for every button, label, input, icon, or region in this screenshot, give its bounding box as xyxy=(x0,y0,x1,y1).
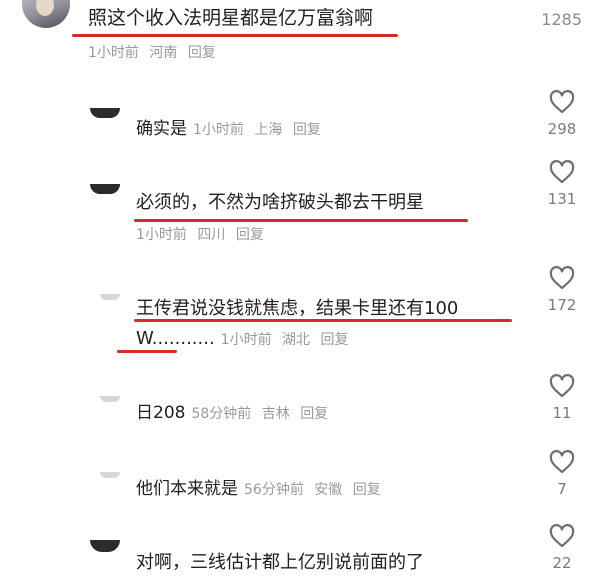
reply-location: 安徽 xyxy=(314,482,343,498)
red-underline-annotation xyxy=(72,34,398,37)
red-underline-annotation xyxy=(134,319,512,322)
like-button[interactable]: 131 xyxy=(540,160,584,208)
comment-meta: 1小时前 河南 回复 xyxy=(88,42,216,62)
heart-outline-icon xyxy=(549,374,575,398)
reply-location: 四川 xyxy=(197,227,226,243)
reply-text: 日208 xyxy=(136,403,186,423)
like-count: 1285 xyxy=(541,10,582,29)
comment-time: 1小时前 xyxy=(88,45,139,61)
reply-location: 上海 xyxy=(254,122,283,138)
reply-text: 对啊，三线估计都上亿别说前面的了 xyxy=(136,552,424,573)
red-underline-annotation xyxy=(117,350,177,353)
avatar[interactable] xyxy=(90,540,120,552)
reply-time: 1小时前 xyxy=(220,332,272,348)
reply-text: 他们本来就是 xyxy=(136,479,238,499)
like-button[interactable]: 7 xyxy=(540,450,584,498)
avatar[interactable] xyxy=(100,294,120,300)
reply-time: 1小时前 xyxy=(136,227,187,243)
like-count: 11 xyxy=(552,404,572,422)
heart-outline-icon xyxy=(549,450,575,474)
like-count: 298 xyxy=(547,120,577,138)
reply-button[interactable]: 回复 xyxy=(353,482,381,498)
reply-location: 吉林 xyxy=(261,406,290,422)
reply-button[interactable]: 回复 xyxy=(236,227,264,243)
reply-button[interactable]: 回复 xyxy=(293,122,321,138)
red-underline-annotation xyxy=(134,219,468,222)
reply-button[interactable]: 回复 xyxy=(321,332,349,348)
like-button[interactable]: 298 xyxy=(540,90,584,138)
like-count: 22 xyxy=(552,554,572,572)
avatar[interactable] xyxy=(100,396,120,402)
heart-outline-icon xyxy=(549,524,575,548)
like-button[interactable]: 11 xyxy=(540,374,584,422)
heart-outline-icon xyxy=(549,90,575,114)
avatar[interactable] xyxy=(90,108,120,118)
reply-button[interactable]: 回复 xyxy=(300,406,328,422)
heart-outline-icon xyxy=(549,266,575,290)
reply-time: 56分钟前 xyxy=(244,482,304,498)
main-comment: 照这个收入法明星都是亿万富翁啊 1小时前 河南 回复 1285 xyxy=(0,0,600,80)
comment-text: 照这个收入法明星都是亿万富翁啊 xyxy=(88,7,374,29)
like-button[interactable]: 172 xyxy=(540,266,584,314)
reply-time: 58分钟前 xyxy=(191,406,252,422)
like-count: 131 xyxy=(547,190,577,208)
avatar[interactable] xyxy=(90,184,120,194)
reply-button[interactable]: 回复 xyxy=(188,45,216,61)
like-button[interactable]: 22 xyxy=(540,524,584,572)
comment-location: 河南 xyxy=(149,45,178,61)
heart-outline-icon xyxy=(549,160,575,184)
reply-meta: 1小时前 四川 回复 xyxy=(136,224,264,244)
reply-text: 确实是 xyxy=(136,119,187,139)
like-count: 7 xyxy=(557,480,567,498)
reply-location: 湖北 xyxy=(282,332,311,348)
reply-text: 必须的，不然为啥挤破头都去干明星 xyxy=(136,192,424,213)
avatar[interactable] xyxy=(100,472,120,478)
reply-time: 1小时前 xyxy=(193,122,244,138)
avatar[interactable] xyxy=(22,0,70,28)
reply-text-line2: W........... xyxy=(136,328,215,349)
like-count: 172 xyxy=(547,296,577,314)
